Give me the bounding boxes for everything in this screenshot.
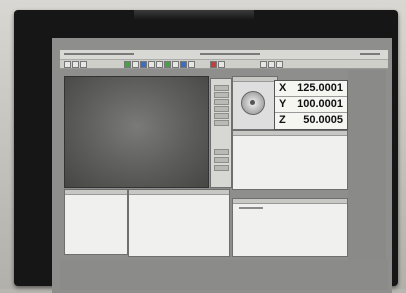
toolbar-button[interactable] bbox=[164, 61, 171, 68]
tool-button[interactable] bbox=[214, 157, 229, 163]
measure-tool-panel bbox=[210, 78, 232, 188]
tool-button[interactable] bbox=[214, 106, 229, 112]
video-view[interactable] bbox=[64, 76, 209, 188]
toolbar-button[interactable] bbox=[260, 61, 267, 68]
stage-control-titlebar bbox=[233, 77, 277, 82]
program-titlebar bbox=[129, 190, 229, 195]
toolbar-button[interactable] bbox=[140, 61, 147, 68]
toolbar-button[interactable] bbox=[180, 61, 187, 68]
results-row bbox=[239, 207, 263, 209]
toolbar-button[interactable] bbox=[210, 61, 217, 68]
tool-button[interactable] bbox=[214, 85, 229, 91]
tool-button[interactable] bbox=[214, 113, 229, 119]
toolbar bbox=[60, 60, 388, 69]
menu-items[interactable] bbox=[64, 53, 134, 55]
toolbar-button[interactable] bbox=[148, 61, 155, 68]
menu-items-right[interactable] bbox=[200, 53, 260, 55]
toolbar-button[interactable] bbox=[132, 61, 139, 68]
y-axis-value: 100.0001 bbox=[297, 98, 343, 110]
window-controls[interactable] bbox=[360, 53, 380, 55]
toolbar-button[interactable] bbox=[268, 61, 275, 68]
z-axis-value: 50.0005 bbox=[303, 114, 343, 126]
tool-button[interactable] bbox=[214, 120, 229, 126]
dro-readout: X 125.0001 Y 100.0001 Z 50.0005 bbox=[274, 80, 348, 130]
toolbar-button[interactable] bbox=[124, 61, 131, 68]
graphics-pane[interactable] bbox=[64, 189, 128, 255]
toolbar-button[interactable] bbox=[276, 61, 283, 68]
toolbar-button[interactable] bbox=[80, 61, 87, 68]
x-axis-value: 125.0001 bbox=[297, 82, 343, 94]
tool-button[interactable] bbox=[214, 149, 229, 155]
tool-button[interactable] bbox=[214, 99, 229, 105]
toolbar-button[interactable] bbox=[64, 61, 71, 68]
feature-list-pane[interactable] bbox=[232, 130, 348, 190]
x-axis-label: X bbox=[279, 82, 287, 94]
graphics-titlebar bbox=[65, 190, 127, 195]
tool-button[interactable] bbox=[214, 165, 229, 171]
stage-control-panel bbox=[232, 76, 278, 130]
toolbar-button[interactable] bbox=[156, 61, 163, 68]
toolbar-button[interactable] bbox=[172, 61, 179, 68]
feature-list-titlebar bbox=[233, 131, 347, 136]
toolbar-button[interactable] bbox=[218, 61, 225, 68]
monitor: X 125.0001 Y 100.0001 Z 50.0005 bbox=[14, 10, 398, 293]
dial-knob-icon[interactable] bbox=[250, 100, 255, 105]
results-titlebar bbox=[233, 199, 347, 204]
tool-button[interactable] bbox=[214, 92, 229, 98]
toolbar-button[interactable] bbox=[72, 61, 79, 68]
screen: X 125.0001 Y 100.0001 Z 50.0005 bbox=[52, 38, 392, 293]
status-area bbox=[60, 260, 388, 290]
program-pane[interactable] bbox=[128, 189, 230, 257]
results-pane[interactable] bbox=[232, 198, 348, 257]
menu-bar[interactable] bbox=[60, 50, 388, 60]
y-axis-row: Y 100.0001 bbox=[275, 97, 347, 113]
y-axis-label: Y bbox=[279, 98, 287, 110]
screen-right-area bbox=[348, 70, 386, 260]
monitor-bezel-highlight bbox=[134, 10, 254, 20]
x-axis-row: X 125.0001 bbox=[275, 81, 347, 97]
toolbar-button[interactable] bbox=[188, 61, 195, 68]
z-axis-row: Z 50.0005 bbox=[275, 113, 347, 128]
z-axis-label: Z bbox=[279, 114, 286, 126]
